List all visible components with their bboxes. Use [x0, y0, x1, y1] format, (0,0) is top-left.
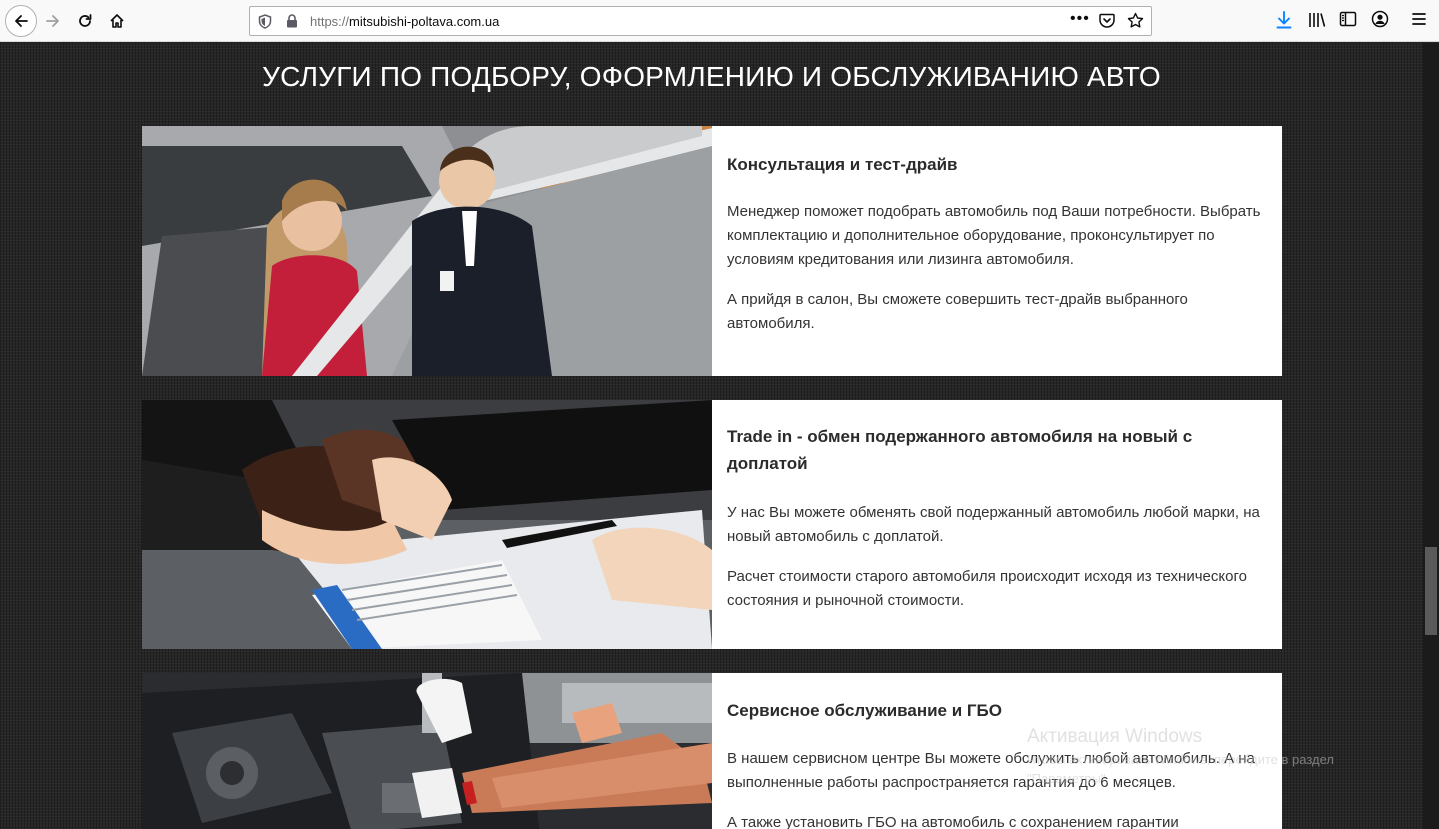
reload-icon	[77, 13, 93, 29]
url-host: mitsubishi-poltava.com.ua	[349, 14, 500, 29]
back-button[interactable]	[5, 5, 37, 37]
account-icon[interactable]	[1371, 10, 1389, 33]
back-icon	[13, 13, 29, 29]
pocket-icon[interactable]	[1099, 13, 1115, 33]
service-description: Менеджер поможет подобрать автомобиль по…	[727, 203, 1261, 268]
tracking-shield-icon[interactable]	[258, 14, 272, 34]
handshake-photo	[142, 400, 712, 649]
service-description: Расчет стоимости старого автомобиля прои…	[727, 568, 1247, 609]
url-bar[interactable]: https://mitsubishi-poltava.com.ua •••	[249, 6, 1152, 36]
sidebar-icon[interactable]	[1339, 10, 1357, 33]
service-title: Консультация и тест-драйв	[727, 155, 958, 174]
page-actions-button[interactable]: •••	[1070, 10, 1090, 28]
service-description: А прийдя в салон, Вы сможете совершить т…	[727, 291, 1188, 332]
section-title: УСЛУГИ ПО ПОДБОРУ, ОФОРМЛЕНИЮ И ОБСЛУЖИВ…	[262, 61, 1161, 92]
page-scrollbar[interactable]	[1423, 43, 1439, 829]
engine-service-photo	[142, 673, 712, 829]
home-button[interactable]	[102, 6, 132, 36]
windows-activation-watermark: Активация Windows Чтобы активировать Win…	[1027, 726, 1387, 788]
page-content: УСЛУГИ ПО ПОДБОРУ, ОФОРМЛЕНИЮ И ОБСЛУЖИВ…	[0, 43, 1423, 829]
service-title: Сервисное обслуживание и ГБО	[727, 701, 1002, 720]
reload-button[interactable]	[70, 6, 100, 36]
library-icon[interactable]	[1307, 10, 1327, 35]
scrollbar-thumb[interactable]	[1425, 547, 1437, 635]
download-icon[interactable]	[1275, 10, 1293, 35]
service-card-consultation: Консультация и тест-драйв Менеджер помож…	[142, 126, 1282, 376]
service-title: Trade in - обмен подержанного автомобиля…	[727, 427, 1193, 473]
menu-icon[interactable]	[1411, 10, 1427, 33]
service-description: А также установить ГБО на автомобиль с с…	[727, 814, 1179, 829]
forward-icon	[45, 13, 61, 29]
service-description: У нас Вы можете обменять свой подержанны…	[727, 504, 1260, 545]
consultation-photo	[142, 126, 712, 376]
url-scheme: https://	[310, 14, 350, 29]
home-icon	[109, 13, 125, 29]
url-text[interactable]: https://mitsubishi-poltava.com.ua	[310, 14, 499, 29]
browser-toolbar: https://mitsubishi-poltava.com.ua •••	[0, 0, 1439, 42]
bookmark-star-icon[interactable]	[1127, 12, 1144, 34]
forward-button[interactable]	[38, 6, 68, 36]
service-card-trade-in: Trade in - обмен подержанного автомобиля…	[142, 400, 1282, 649]
activation-text: Чтобы активировать Windows, перейдите в …	[1027, 752, 1334, 786]
activation-title: Активация Windows	[1027, 726, 1203, 747]
lock-icon[interactable]	[286, 14, 298, 33]
